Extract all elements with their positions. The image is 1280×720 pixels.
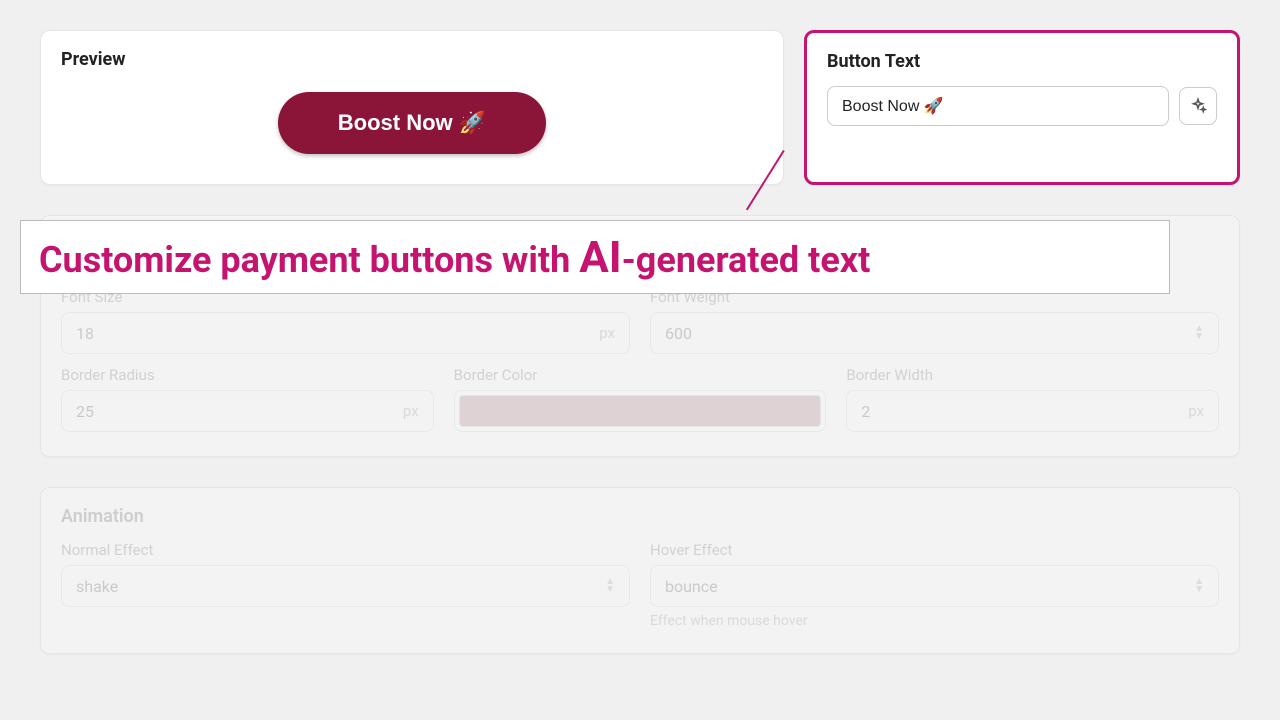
sparkle-icon: [1189, 97, 1207, 115]
font-size-unit: px: [599, 324, 615, 342]
preview-card: Preview Boost Now 🚀: [40, 30, 784, 185]
font-size-input[interactable]: 18 px: [61, 312, 630, 354]
normal-effect-label: Normal Effect: [61, 541, 630, 559]
stepper-icon: ▲▼: [605, 578, 615, 594]
button-text-input[interactable]: [827, 86, 1169, 126]
border-width-input[interactable]: 2 px: [846, 390, 1219, 432]
border-radius-label: Border Radius: [61, 366, 434, 384]
stepper-icon: ▲▼: [1194, 578, 1204, 594]
border-radius-unit: px: [403, 402, 419, 420]
ai-generate-button[interactable]: [1179, 87, 1217, 125]
preview-title: Preview: [61, 49, 763, 70]
font-weight-value: 600: [665, 324, 692, 343]
font-size-value: 18: [76, 324, 94, 343]
border-width-unit: px: [1188, 402, 1204, 420]
stepper-icon: ▲▼: [1194, 325, 1204, 341]
normal-effect-value: shake: [76, 577, 118, 596]
callout-banner: Customize payment buttons with AI-genera…: [20, 220, 1170, 294]
font-weight-select[interactable]: 600 ▲▼: [650, 312, 1219, 354]
callout-pre: Customize payment buttons with: [39, 239, 579, 281]
animation-card: Animation Normal Effect shake ▲▼ Hover E…: [40, 487, 1240, 654]
border-radius-input[interactable]: 25 px: [61, 390, 434, 432]
preview-button[interactable]: Boost Now 🚀: [278, 92, 546, 154]
callout-ai: AI: [579, 231, 621, 283]
normal-effect-select[interactable]: shake ▲▼: [61, 565, 630, 607]
animation-title: Animation: [61, 506, 1219, 527]
button-text-card: Button Text: [804, 30, 1240, 185]
border-width-label: Border Width: [846, 366, 1219, 384]
hover-effect-select[interactable]: bounce ▲▼: [650, 565, 1219, 607]
border-color-swatch[interactable]: [454, 390, 827, 432]
hover-effect-value: bounce: [665, 577, 718, 596]
border-color-label: Border Color: [454, 366, 827, 384]
hover-effect-hint: Effect when mouse hover: [650, 613, 1219, 629]
border-width-value: 2: [861, 402, 870, 421]
hover-effect-label: Hover Effect: [650, 541, 1219, 559]
border-radius-value: 25: [76, 402, 94, 421]
button-text-title: Button Text: [827, 51, 1217, 72]
callout-post: -generated text: [622, 239, 871, 281]
